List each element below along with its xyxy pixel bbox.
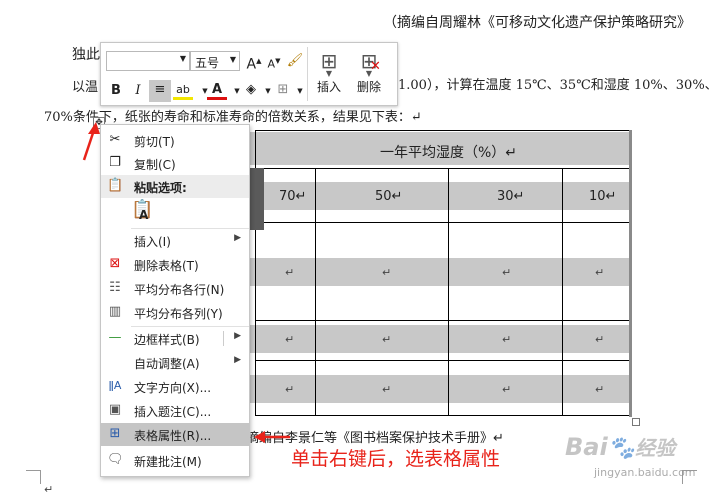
column-header: 10↵	[589, 189, 617, 204]
new-comment-icon: 🗨	[107, 452, 124, 467]
menu-item-insert-caption[interactable]: ▣ 插入题注(C)...	[101, 399, 249, 422]
italic-icon[interactable]: I	[128, 81, 148, 101]
menu-item-border-style[interactable]: — 边框样式(B) ▶	[101, 327, 249, 350]
annotation-text: 单击右键后，选表格属性	[291, 448, 501, 470]
delete-table-icon: ⊠	[109, 256, 121, 271]
cell-mark: ↵	[382, 383, 392, 396]
cell-mark: ↵	[285, 266, 295, 279]
distribute-rows-icon: ☷	[109, 280, 121, 295]
copy-icon: ❐	[109, 155, 121, 170]
watermark-logo: Bai🐾经验	[565, 433, 676, 461]
menu-item-text-direction[interactable]: ǁA 文字方向(X)...	[101, 375, 249, 398]
bold-icon[interactable]: B	[106, 81, 126, 101]
distribute-columns-icon: ▥	[108, 304, 122, 319]
column-header: 70↵	[279, 189, 307, 204]
insert-label: 插入	[316, 80, 341, 94]
paragraph-2-right: 1.00），计算在温度 15℃、35℃和湿度 10%、30%、	[398, 78, 718, 93]
cell-mark: ↵	[382, 333, 392, 346]
menu-item-new-comment[interactable]: 🗨 新建批注(M)	[101, 449, 249, 472]
format-painter-icon[interactable]: 🖌	[285, 51, 305, 71]
cell-mark: ↵	[595, 266, 605, 279]
cell-mark: ↵	[502, 333, 512, 346]
context-menu: ✂ 剪切(T) ❐ 复制(C) 📋 粘贴选项: 📋 A 插入(I) ▶ ⊠ 删除表…	[100, 124, 250, 477]
citation-top: （摘编自周耀林《可移动文化遗产保护策略研究》	[383, 15, 691, 31]
chevron-right-icon: ▶	[234, 233, 241, 243]
watermark-url: jingyan.baidu.com	[594, 466, 696, 479]
menu-item-paste-options: 📋 粘贴选项:	[101, 175, 249, 198]
paragraph-mark: ↵	[44, 483, 54, 496]
border-style-icon: —	[108, 330, 122, 345]
cell-mark: ↵	[502, 266, 512, 279]
cell-mark: ↵	[285, 333, 295, 346]
cell-mark: ↵	[382, 266, 392, 279]
paragraph-start: 独此	[72, 47, 100, 63]
menu-item-distribute-rows[interactable]: ☷ 平均分布各行(N)	[101, 277, 249, 300]
cell-mark: ↵	[285, 383, 295, 396]
font-size-combo[interactable]: 五号 ▼	[190, 51, 240, 71]
menu-item-delete-table[interactable]: ⊠ 删除表格(T)	[101, 253, 249, 276]
delete-button[interactable]: ⊞ ✕ ▼ 删除	[351, 47, 387, 101]
menu-item-copy[interactable]: ❐ 复制(C)	[101, 152, 249, 175]
center-align-icon[interactable]: ≡	[149, 80, 171, 102]
highlight-icon[interactable]: ab	[173, 80, 193, 100]
menu-item-autofit[interactable]: 自动调整(A) ▶	[101, 351, 249, 374]
delete-table-icon: ⊞ ✕	[360, 49, 381, 74]
paragraph-2-start: 以温	[72, 80, 99, 95]
font-size-value: 五号	[195, 56, 220, 70]
shrink-font-icon[interactable]: A▼	[264, 51, 284, 71]
chevron-right-icon: ▶	[234, 355, 241, 365]
insert-caption-icon: ▣	[108, 402, 122, 417]
selection-shade	[248, 168, 264, 230]
data-table[interactable]: 一年平均湿度（%）↵ 70↵ 50↵ 30↵ 10↵ ↵ ↵ ↵ ↵ ↵ ↵ ↵…	[245, 130, 632, 417]
margin-mark	[26, 470, 40, 471]
delete-label: 删除	[356, 80, 381, 94]
insert-button[interactable]: ⊞ ▼ 插入	[311, 47, 347, 101]
paste-keep-text-icon[interactable]: 📋 A	[131, 199, 155, 225]
table-header: 一年平均湿度（%）↵	[380, 145, 518, 161]
cell-mark: ↵	[595, 333, 605, 346]
grow-font-icon[interactable]: A▲	[244, 51, 264, 73]
column-header: 50↵	[375, 189, 403, 204]
mini-toolbar: ▼ 五号 ▼ A▲ A▼ 🖌 B I ≡ ab ▼ A ▼ ◈ ▼ ⊞ ▼ ⊞ …	[100, 42, 398, 106]
paw-icon: 🐾	[607, 436, 636, 461]
chevron-right-icon: ▶	[234, 331, 241, 341]
menu-item-insert[interactable]: 插入(I) ▶	[101, 229, 249, 252]
text-direction-icon: ǁA	[108, 379, 122, 392]
cell-mark: ↵	[595, 383, 605, 396]
paste-icon: 📋	[107, 178, 124, 193]
chevron-down-icon: ▼	[179, 54, 186, 63]
menu-item-table-properties[interactable]: ⊞ 表格属性(R)...	[101, 423, 249, 446]
cell-mark: ↵	[502, 383, 512, 396]
column-header: 30↵	[497, 189, 525, 204]
font-name-combo[interactable]: ▼	[106, 51, 190, 71]
margin-mark	[40, 470, 41, 484]
annotation-arrow-left	[254, 431, 290, 443]
menu-item-distribute-columns[interactable]: ▥ 平均分布各列(Y)	[101, 301, 249, 324]
scissors-icon: ✂	[109, 132, 121, 147]
font-color-icon[interactable]: A	[207, 80, 227, 100]
menu-item-cut[interactable]: ✂ 剪切(T)	[101, 129, 249, 152]
table-resize-handle[interactable]	[632, 418, 640, 426]
annotation-arrow-up	[82, 122, 100, 161]
chevron-down-icon: ▼	[229, 55, 236, 64]
table-properties-icon: ⊞	[109, 426, 121, 441]
